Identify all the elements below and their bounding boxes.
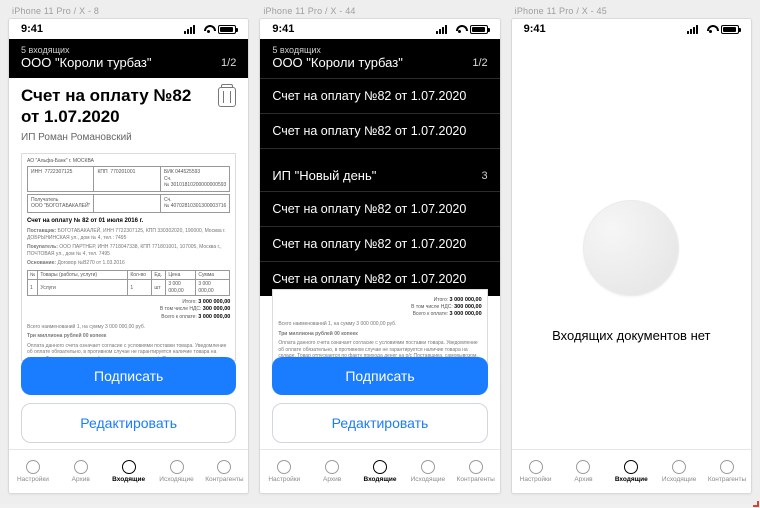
tab-outgoing[interactable]: Исходящие [153, 450, 201, 493]
phone-frame: 9:41 5 входящих ООО "Короли турбаз" 1/2 … [8, 18, 249, 494]
tab-incoming[interactable]: Входящие [607, 450, 655, 493]
dropdown-item[interactable]: Счет на оплату №82 от 1.07.2020 [260, 113, 499, 148]
battery-icon [470, 25, 488, 34]
frame-label: iPhone 11 Pro / X - 45 [515, 6, 752, 16]
dropdown-section[interactable]: ИП "Новый день" 3 [260, 160, 499, 191]
dropdown-item[interactable]: Счет на оплату №82 от 1.07.2020 [260, 78, 499, 113]
incoming-count-label: 5 входящих [21, 45, 236, 55]
doc-title-line1: Счет на оплату №82 [21, 85, 191, 106]
circle-icon [421, 460, 435, 474]
tab-settings[interactable]: Настройки [260, 450, 308, 493]
items-table: №Товары (работы, услуги)Кол-воЕд.ЦенаСум… [27, 270, 230, 297]
circle-icon [373, 460, 387, 474]
trash-icon[interactable] [218, 87, 236, 107]
tab-incoming[interactable]: Входящие [105, 450, 153, 493]
frame-label: iPhone 11 Pro / X - 44 [263, 6, 500, 16]
tab-settings[interactable]: Настройки [512, 450, 560, 493]
org-header[interactable]: 5 входящих ООО "Короли турбаз" 1/2 [9, 39, 248, 78]
amount-line: Всего наименований 1, на сумму 3 000 000… [27, 324, 230, 331]
circle-icon [624, 460, 638, 474]
sign-button[interactable]: Подписать [21, 357, 236, 395]
status-bar: 9:41 [9, 19, 248, 39]
tab-outgoing[interactable]: Исходящие [404, 450, 452, 493]
circle-icon [74, 460, 88, 474]
battery-icon [218, 25, 236, 34]
org-name: ООО "Короли турбаз" [21, 55, 152, 70]
frame-label: iPhone 11 Pro / X - 8 [12, 6, 249, 16]
status-time: 9:41 [272, 23, 294, 35]
circle-icon [720, 460, 734, 474]
tab-bar: Настройки Архив Входящие Исходящие Контр… [260, 449, 499, 493]
tab-contragents[interactable]: Контрагенты [452, 450, 500, 493]
org-doc-count: 1/2 [221, 57, 236, 69]
edit-button[interactable]: Редактировать [21, 403, 236, 443]
document-preview[interactable]: АО "Альфа-Банк" г. МОСКВА ИНН 7722307125… [21, 153, 236, 361]
section-count: 3 [482, 170, 488, 182]
circle-icon [170, 460, 184, 474]
supplier: БОГОТАБАКАЛЕЙ, ИНН 7722307125, КПП 33030… [27, 228, 226, 241]
circle-icon [576, 460, 590, 474]
cellular-icon [184, 25, 198, 34]
phone-frame: 9:41 Входящих документов нет Настройки А… [511, 18, 752, 494]
edit-button[interactable]: Редактировать [272, 403, 487, 443]
status-time: 9:41 [21, 23, 43, 35]
tab-settings[interactable]: Настройки [9, 450, 57, 493]
document-area: Счет на оплату №82 от 1.07.2020 ИП Роман… [9, 77, 248, 375]
status-bar: 9:41 [512, 19, 751, 39]
tab-bar: Настройки Архив Входящие Исходящие Контр… [9, 449, 248, 493]
dropdown-item[interactable]: Счет на оплату №82 от 1.07.2020 [260, 226, 499, 261]
tab-contragents[interactable]: Контрагенты [703, 450, 751, 493]
circle-icon [26, 460, 40, 474]
doc-heading: Счет на оплату № 82 от 01 июля 2016 г. [27, 218, 230, 226]
tab-archive[interactable]: Архив [57, 450, 105, 493]
wifi-icon [705, 25, 717, 34]
org-doc-count: 1/2 [472, 57, 487, 69]
documents-dropdown: Счет на оплату №82 от 1.07.2020 Счет на … [260, 78, 499, 296]
battery-icon [721, 25, 739, 34]
basis: Договор №В270 от 1.03.2016 [57, 260, 124, 266]
amount-words: Три миллиона рублей 00 копеек [27, 333, 106, 339]
total-sum: 3 000 000,00 [198, 299, 230, 305]
cellular-icon [687, 25, 701, 34]
empty-circle-icon [583, 200, 679, 296]
tab-contragents[interactable]: Контрагенты [200, 450, 248, 493]
circle-icon [672, 460, 686, 474]
doc-title-line2: от 1.07.2020 [21, 106, 191, 127]
status-bar: 9:41 [260, 19, 499, 39]
section-title: ИП "Новый день" [272, 168, 376, 183]
wifi-icon [454, 25, 466, 34]
tab-incoming[interactable]: Входящие [356, 450, 404, 493]
cellular-icon [436, 25, 450, 34]
circle-icon [122, 460, 136, 474]
circle-icon [277, 460, 291, 474]
status-time: 9:41 [524, 23, 546, 35]
tab-outgoing[interactable]: Исходящие [655, 450, 703, 493]
sign-button[interactable]: Подписать [272, 357, 487, 395]
tab-bar: Настройки Архив Входящие Исходящие Контр… [512, 449, 751, 493]
resize-handle-icon [753, 501, 759, 507]
empty-message: Входящих документов нет [552, 328, 710, 343]
circle-icon [217, 460, 231, 474]
total-vat: 300 000,00 [203, 306, 231, 312]
doc-author: ИП Роман Романовский [21, 132, 191, 143]
tab-archive[interactable]: Архив [560, 450, 608, 493]
circle-icon [529, 460, 543, 474]
phone-frame: 9:41 5 входящих ООО "Короли турбаз" 1/2 … [259, 18, 500, 494]
total-due: 3 000 000,00 [198, 314, 230, 320]
tab-archive[interactable]: Архив [308, 450, 356, 493]
org-header-expanded[interactable]: 5 входящих ООО "Короли турбаз" 1/2 [260, 39, 499, 78]
circle-icon [469, 460, 483, 474]
empty-state: Входящих документов нет [512, 99, 751, 443]
org-name: ООО "Короли турбаз" [272, 55, 403, 70]
dropdown-item[interactable]: Счет на оплату №82 от 1.07.2020 [260, 191, 499, 226]
incoming-count-label: 5 входящих [272, 45, 487, 55]
wifi-icon [202, 25, 214, 34]
circle-icon [325, 460, 339, 474]
